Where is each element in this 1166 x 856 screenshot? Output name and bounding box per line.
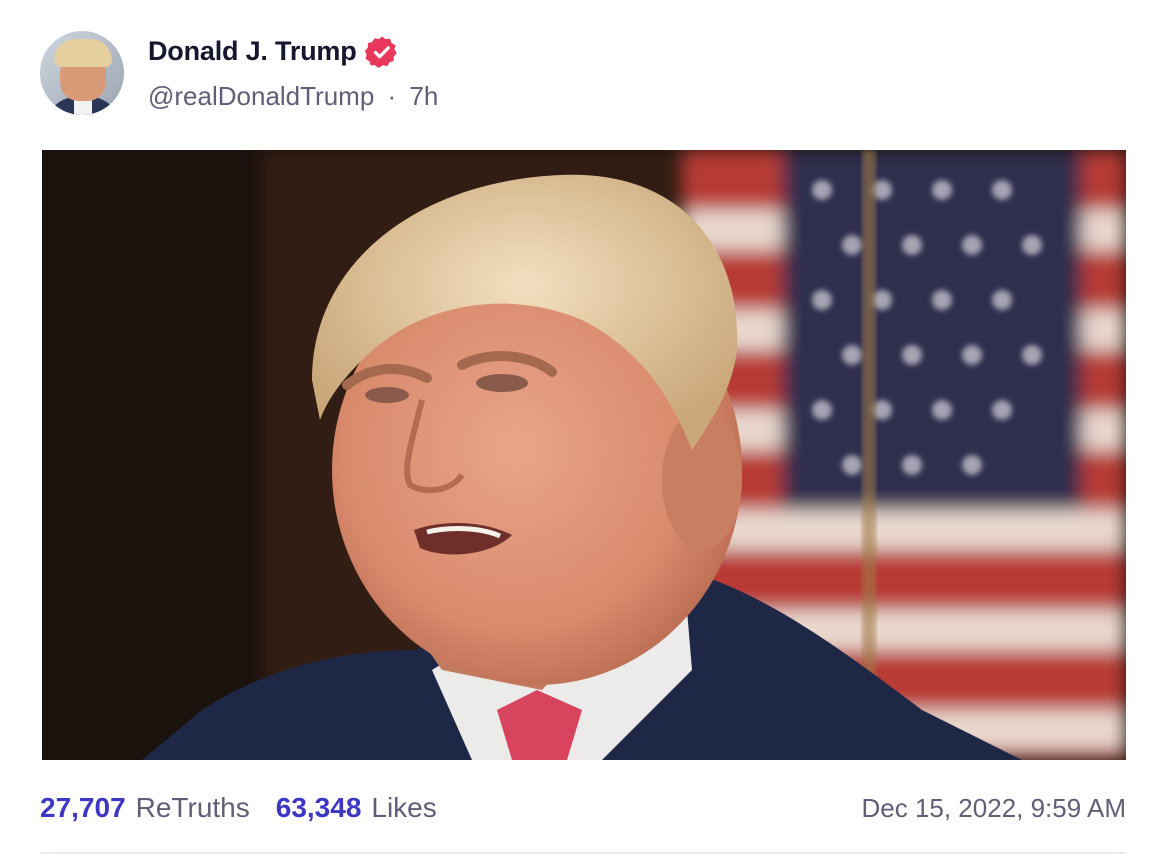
post-card: Donald J. Trump @realDonaldTrump · 7h 27… — [0, 0, 1166, 856]
post-stats: 27,707 ReTruths 63,348 Likes Dec 15, 2022,… — [40, 788, 1126, 828]
likes-count: 63,348 — [275, 792, 362, 823]
likes-stat[interactable]: 63,348 Likes — [276, 792, 437, 824]
handle-row: @realDonaldTrump · 7h — [148, 81, 438, 112]
time-separator: · — [387, 80, 397, 111]
post-image-art — [42, 150, 1126, 760]
author-info: Donald J. Trump @realDonaldTrump · 7h — [148, 35, 438, 112]
post-timestamp[interactable]: Dec 15, 2022, 9:59 AM — [861, 793, 1126, 824]
name-row: Donald J. Trump — [148, 35, 438, 69]
display-name[interactable]: Donald J. Trump — [148, 36, 357, 67]
time-ago[interactable]: 7h — [409, 81, 438, 111]
retruths-count: 27,707 — [40, 792, 126, 823]
post-header: Donald J. Trump @realDonaldTrump · 7h — [40, 30, 438, 116]
retruths-stat[interactable]: 27,707 ReTruths — [40, 792, 250, 824]
verified-badge-icon — [364, 35, 399, 69]
likes-label: Likes — [371, 792, 437, 823]
retruths-label: ReTruths — [135, 792, 250, 823]
avatar[interactable] — [40, 31, 124, 115]
divider — [40, 852, 1126, 854]
handle[interactable]: @realDonaldTrump — [148, 81, 374, 111]
post-image[interactable] — [42, 150, 1126, 760]
